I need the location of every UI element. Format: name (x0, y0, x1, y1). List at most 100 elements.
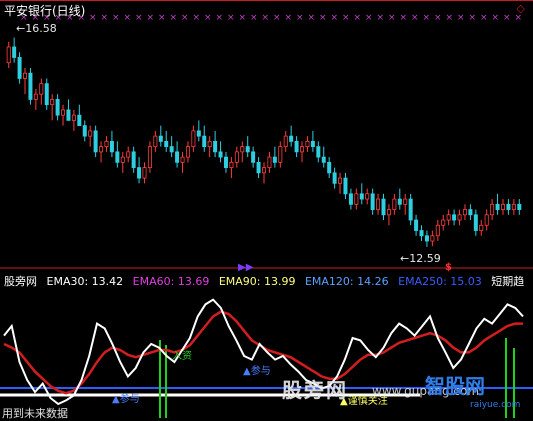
candle-body (435, 224, 440, 237)
signal-marker: × (503, 13, 511, 23)
signal-marker: × (158, 13, 166, 23)
candle-body (202, 135, 207, 148)
candle-body (473, 214, 478, 231)
candle-body (61, 109, 66, 116)
ema60-value: EMA60: 13.69 (132, 275, 210, 288)
tag-green-signal: 入资 (172, 351, 192, 362)
candle-body (517, 203, 522, 210)
signal-marker: × (400, 13, 408, 23)
price-chart[interactable]: × × × × × × × × × × × × × × × × × × × × × × × × × × × × × × × × × × × × × × × ×… (0, 0, 533, 270)
candle-body (354, 193, 359, 205)
watermark-gupang: 股旁网 (282, 378, 348, 402)
future-data-note: 用到未来数据 (2, 407, 68, 420)
signal-marker: × (388, 13, 396, 23)
candle-body (169, 146, 174, 153)
signal-marker: × (135, 13, 143, 23)
corner-diamond-icon[interactable]: ◇ (517, 2, 525, 15)
candle-body (17, 57, 22, 79)
candle-body (365, 193, 370, 200)
candle-body (414, 219, 419, 231)
candle-body (316, 146, 321, 158)
signal-marker: × (423, 13, 431, 23)
signal-marker: × (181, 13, 189, 23)
signal-marker: × (354, 13, 362, 23)
candle-body (23, 72, 28, 79)
candle-body (115, 151, 120, 163)
high-price-label: ←16.58 (16, 22, 57, 35)
candle-body (305, 140, 310, 148)
price-chart-pane[interactable]: × × × × × × × × × × × × × × × × × × × × × × × × × × × × × × × × × × × × × × × ×… (0, 0, 533, 273)
candle-body (158, 135, 163, 142)
ema250-value: EMA250: 15.03 (398, 275, 482, 288)
candle-body (408, 198, 413, 221)
candle-body (343, 177, 348, 195)
candle-body (462, 209, 467, 216)
candle-body (99, 146, 104, 153)
candle-body (267, 156, 272, 169)
candle-body (490, 203, 495, 216)
candle-body (272, 156, 277, 163)
candle-body (39, 83, 44, 95)
candle-body (196, 130, 201, 137)
candle-body (479, 224, 484, 231)
candle-body (185, 146, 190, 158)
candle-body (261, 167, 266, 174)
candle-body (338, 177, 343, 184)
signal-marker: × (469, 13, 477, 23)
candle-body (251, 151, 256, 163)
candle-body (142, 167, 147, 179)
candle-body (33, 93, 38, 100)
candle-body (213, 140, 218, 153)
candle-body (397, 198, 402, 205)
signal-marker: × (216, 13, 224, 23)
candle-body (511, 203, 516, 210)
candle-body (137, 167, 142, 179)
candle-body (403, 198, 408, 205)
low-price-value: 12.59 (409, 252, 441, 265)
candle-body (283, 135, 288, 148)
tag-participate-2: ▲参与 (112, 394, 140, 405)
low-arrow-icon: ← (400, 252, 410, 265)
candle-body (12, 46, 17, 58)
candle-body (500, 203, 505, 210)
indicator-pane[interactable]: 股旁网 EMA30: 13.42 EMA60: 13.69 EMA90: 13.… (0, 270, 533, 420)
candle-body (88, 130, 93, 137)
candle-body (457, 214, 462, 221)
signal-marker: × (204, 13, 212, 23)
candle-body (446, 214, 451, 221)
signal-marker: × (112, 13, 120, 23)
candle-body (495, 203, 500, 210)
candle-body (223, 156, 228, 169)
candle-body (359, 193, 364, 200)
candle-body (50, 99, 55, 106)
candle-body (310, 140, 315, 148)
signal-marker: × (365, 13, 373, 23)
signal-marker: × (262, 13, 270, 23)
ema30-value: EMA30: 13.42 (46, 275, 124, 288)
ema120-value: EMA120: 14.26 (304, 275, 389, 288)
indicator-name: 股旁网 (4, 275, 37, 288)
candle-body (430, 235, 435, 242)
signal-marker: × (411, 13, 419, 23)
candle-body (180, 156, 185, 163)
signal-marker: × (101, 13, 109, 23)
candle-body (207, 140, 212, 148)
candle-body (468, 209, 473, 216)
candle-body (175, 151, 180, 163)
signal-marker: × (457, 13, 465, 23)
signal-marker: × (239, 13, 247, 23)
candle-body (256, 161, 261, 174)
high-price-value: 16.58 (25, 22, 57, 35)
candle-body (294, 140, 299, 153)
signal-marker: × (89, 13, 97, 23)
candle-body (278, 146, 283, 163)
signal-marker: × (250, 13, 258, 23)
candle-body (240, 146, 245, 153)
signal-marker: × (480, 13, 488, 23)
candle-body (452, 214, 457, 221)
candle-body (321, 156, 326, 163)
candle-body (191, 130, 196, 148)
candle-body (109, 140, 114, 153)
candle-body (164, 140, 169, 148)
high-arrow-icon: ← (16, 22, 26, 35)
